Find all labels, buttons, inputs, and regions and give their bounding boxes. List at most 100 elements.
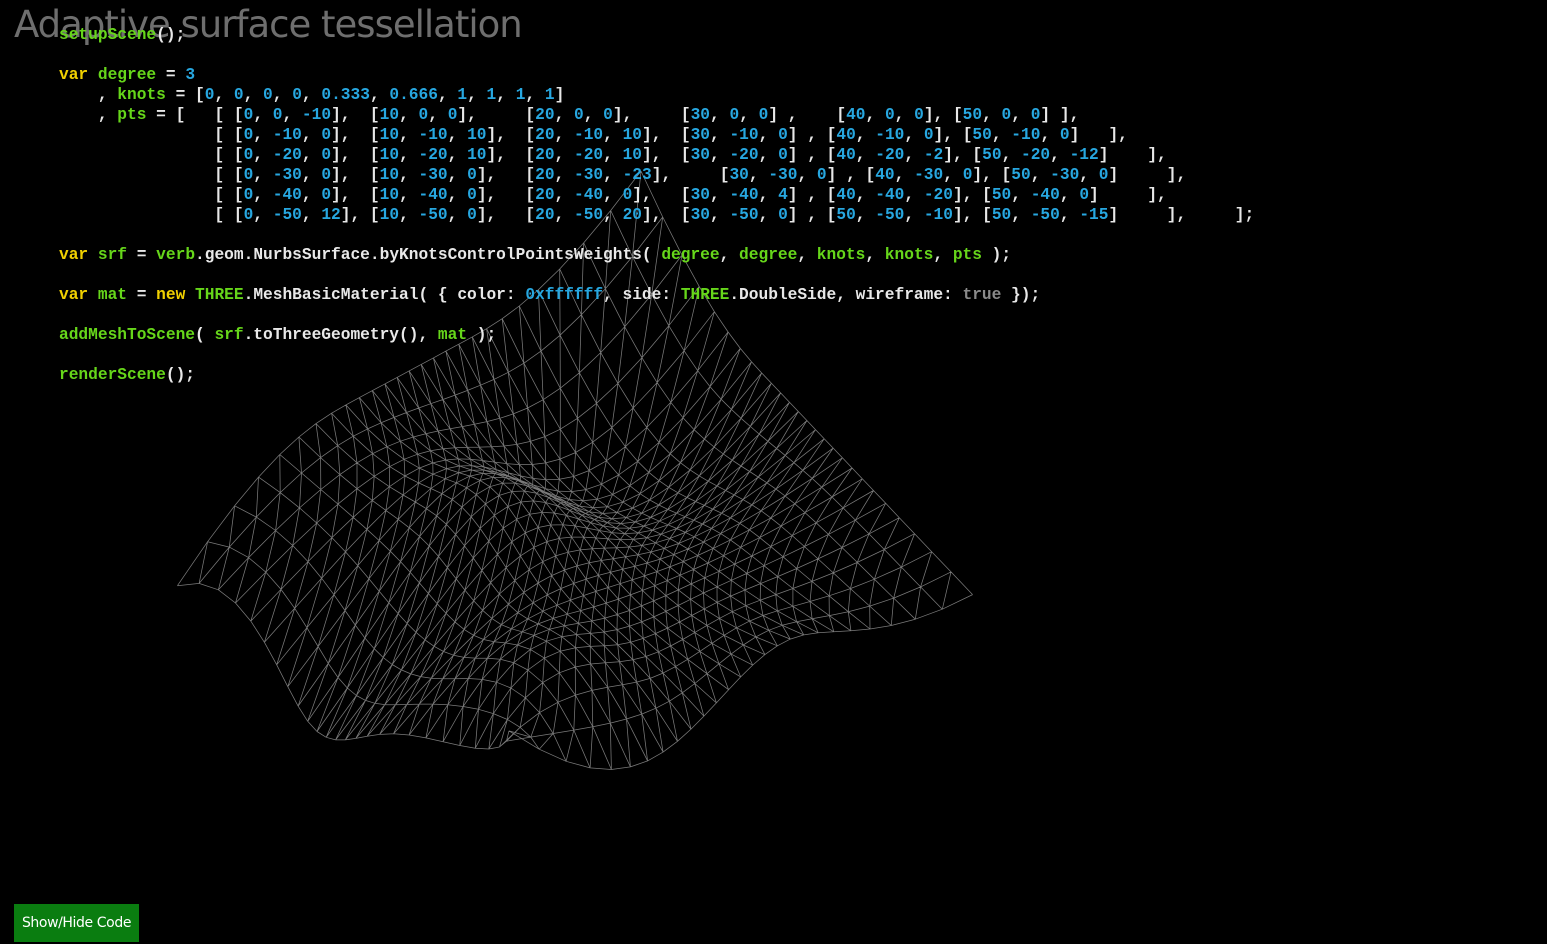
code-token: -20	[573, 146, 604, 164]
code-token: 0	[884, 106, 895, 124]
code-token: 0	[1098, 166, 1109, 184]
code-token: degree	[97, 66, 157, 84]
code-token: ,	[603, 206, 623, 224]
code-token: 0	[758, 106, 769, 124]
code-token: 40	[836, 126, 856, 144]
code-token: 0	[574, 106, 584, 124]
code-token: 0	[778, 206, 788, 224]
code-token: 0	[816, 166, 827, 184]
code-token: mat	[97, 286, 128, 304]
code-token: 3	[185, 66, 196, 84]
code-token: ,	[710, 186, 730, 204]
code-token: 30	[690, 106, 711, 124]
code-token: 0	[243, 166, 254, 184]
code-token: ,	[1011, 106, 1031, 124]
code-token: knots	[816, 246, 866, 264]
code-token: renderScene	[59, 366, 166, 384]
code-token: 0	[321, 126, 332, 144]
code-token: 0.666	[389, 86, 438, 104]
code-token: ,	[554, 206, 574, 224]
code-token: 0	[467, 166, 477, 184]
code-token: 0	[321, 146, 332, 164]
code-token: 50	[991, 186, 1012, 204]
code-token: verb	[156, 246, 196, 264]
code-token: -40	[875, 186, 905, 204]
code-token: .DoubleSide, wireframe:	[729, 286, 963, 304]
code-token: ] , [	[787, 186, 837, 204]
code-token: -10	[875, 126, 905, 144]
code-token: 0	[1059, 126, 1070, 144]
code-token: );	[981, 246, 1012, 264]
code-token: 50	[972, 126, 992, 144]
code-token: 20	[535, 166, 555, 184]
code-token: 0	[729, 106, 740, 124]
code-token: 1	[544, 86, 555, 104]
code-token: );	[467, 326, 497, 344]
code-token: pts	[117, 106, 147, 124]
code-token: ] , [	[768, 106, 847, 124]
code-token: degree	[661, 246, 720, 264]
code-token: [ [	[59, 146, 244, 164]
code-token: -10	[923, 206, 953, 224]
code-token: 0	[914, 106, 924, 124]
code-token: -12	[1069, 146, 1099, 164]
code-token: -50	[875, 206, 905, 224]
code-token: ,	[1050, 146, 1070, 164]
code-token: 0	[418, 106, 429, 124]
code-token: ,	[467, 86, 487, 104]
code-token: 0	[603, 106, 613, 124]
code-token: ,	[399, 146, 419, 164]
code-token: ,	[301, 166, 322, 184]
code-token: 30	[690, 126, 711, 144]
code-token: 20	[535, 206, 555, 224]
code-token: ], [	[612, 106, 691, 124]
code-token: ,	[399, 106, 419, 124]
show-hide-code-button[interactable]: Show/Hide Code	[14, 904, 139, 942]
code-token: ,	[301, 186, 322, 204]
code-line: [ [0, -10, 0], [10, -10, 10], [20, -10, …	[59, 126, 1127, 144]
code-token: 12	[321, 206, 341, 224]
code-token: true	[962, 286, 1002, 304]
code-token: 0	[321, 166, 332, 184]
code-token: ,	[758, 146, 779, 164]
code-token: -10	[418, 126, 448, 144]
code-token: -40	[729, 186, 759, 204]
code-token: 0	[243, 186, 254, 204]
code-token: ,	[369, 86, 390, 104]
code-token: [ [	[59, 126, 244, 144]
code-token: ,	[1001, 146, 1021, 164]
code-token: 20	[622, 206, 643, 224]
code-token: ], [	[923, 106, 963, 124]
code-token: 0	[447, 106, 458, 124]
code-line: var degree = 3	[59, 66, 195, 84]
code-token: THREE	[680, 286, 730, 304]
code-token: ] , [	[787, 146, 837, 164]
code-token: ,	[865, 246, 885, 264]
code-token: ,	[554, 146, 574, 164]
code-token: ,	[904, 186, 924, 204]
code-token: -15	[1079, 206, 1109, 224]
code-token: -50	[729, 206, 759, 224]
code-token: setupScene	[59, 26, 157, 44]
code-token: ,	[603, 126, 623, 144]
code-token: =	[156, 66, 186, 84]
code-token: -10	[301, 106, 332, 124]
code-token: -20	[923, 186, 953, 204]
code-token: ] ], ];	[1108, 206, 1255, 224]
code-token: ,	[399, 166, 419, 184]
code-token: ,	[1059, 186, 1080, 204]
code-token: 50	[1011, 166, 1031, 184]
code-token: ,	[603, 166, 623, 184]
code-token: 20	[535, 106, 555, 124]
code-token: ,	[758, 186, 779, 204]
code-token: ,	[943, 166, 963, 184]
code-token: -10	[1011, 126, 1041, 144]
code-token: ,	[904, 206, 924, 224]
code-token: 0xffffff	[525, 286, 604, 304]
code-token: ], [	[340, 206, 380, 224]
code-line: setupScene();	[59, 26, 185, 44]
code-token: ], [	[457, 106, 536, 124]
code-token: ,	[253, 146, 273, 164]
code-token: ,	[59, 106, 118, 124]
code-token: ,	[253, 106, 273, 124]
